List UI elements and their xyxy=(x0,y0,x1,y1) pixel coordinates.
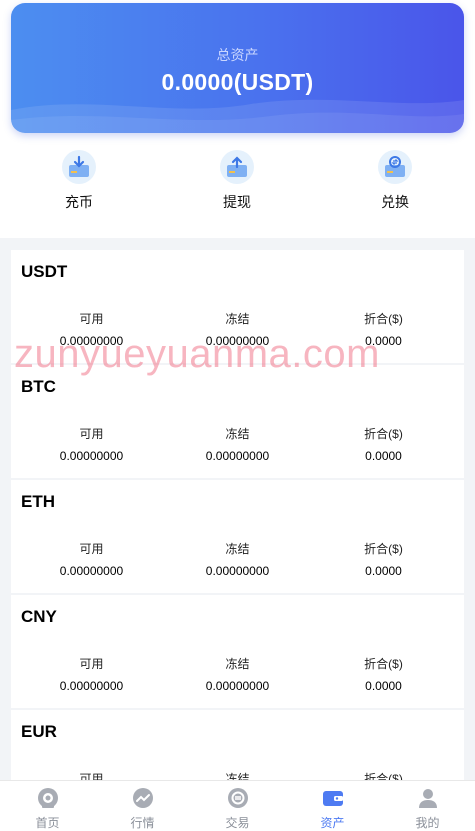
withdraw-label: 提现 xyxy=(223,194,251,210)
tab-label: 首页 xyxy=(35,816,60,830)
deposit-icon xyxy=(62,150,96,184)
withdraw-button[interactable]: 提现 xyxy=(197,150,277,212)
quick-actions: 充币 提现 兑换 xyxy=(0,150,475,220)
tab-assets[interactable]: 资产 xyxy=(285,781,380,831)
converted-header: 折合($) xyxy=(364,542,403,556)
tab-label: 资产 xyxy=(320,816,345,830)
available-header: 可用 xyxy=(79,772,104,780)
frozen-value: 0.00000000 xyxy=(205,449,270,463)
exchange-label: 兑换 xyxy=(381,194,409,210)
converted-value: 0.0000 xyxy=(365,334,402,348)
exchange-icon xyxy=(378,150,412,184)
asset-card-cny[interactable]: CNY 可用 0.00000000 冻结 0.00000000 折合($) 0.000… xyxy=(11,595,464,708)
bottom-tab-bar: 首页 行情 交易 资产 我的 xyxy=(0,780,475,831)
asset-card-btc[interactable]: BTC 可用 0.00000000 冻结 0.00000000 折合($) 0.000… xyxy=(11,365,464,478)
profile-icon xyxy=(419,789,437,808)
tab-label: 我的 xyxy=(415,816,440,830)
wallet-icon xyxy=(323,791,343,806)
frozen-header: 冻结 xyxy=(225,657,250,671)
converted-header: 折合($) xyxy=(364,427,403,441)
asset-card-eth[interactable]: ETH 可用 0.00000000 冻结 0.00000000 折合($) 0.000… xyxy=(11,480,464,593)
tab-home[interactable]: 首页 xyxy=(0,781,95,831)
available-value: 0.00000000 xyxy=(59,334,124,348)
asset-name: ETH xyxy=(21,492,55,511)
available-header: 可用 xyxy=(79,427,104,441)
available-value: 0.00000000 xyxy=(59,564,124,578)
home-icon xyxy=(38,788,58,808)
tab-trade[interactable]: 交易 xyxy=(190,781,285,831)
available-header: 可用 xyxy=(79,312,104,326)
asset-name: EUR xyxy=(21,722,57,741)
tab-profile[interactable]: 我的 xyxy=(380,781,475,831)
market-icon xyxy=(133,788,153,808)
section-divider xyxy=(0,238,475,250)
withdraw-icon xyxy=(220,150,254,184)
asset-name: USDT xyxy=(21,262,68,281)
deposit-label: 充币 xyxy=(65,194,93,210)
asset-name: CNY xyxy=(21,607,57,626)
available-value: 0.00000000 xyxy=(59,679,124,693)
converted-header: 折合($) xyxy=(364,657,403,671)
available-header: 可用 xyxy=(79,657,104,671)
frozen-value: 0.00000000 xyxy=(205,334,270,348)
converted-value: 0.0000 xyxy=(365,449,402,463)
frozen-value: 0.00000000 xyxy=(205,679,270,693)
exchange-button[interactable]: 兑换 xyxy=(355,150,435,212)
tab-label: 行情 xyxy=(130,816,155,830)
total-assets-value: 0.0000(USDT) xyxy=(161,69,314,95)
frozen-value: 0.00000000 xyxy=(205,564,270,578)
frozen-header: 冻结 xyxy=(225,772,250,780)
frozen-header: 冻结 xyxy=(225,542,250,556)
frozen-header: 冻结 xyxy=(225,312,250,326)
tab-market[interactable]: 行情 xyxy=(95,781,190,831)
converted-value: 0.0000 xyxy=(365,564,402,578)
asset-name: BTC xyxy=(21,377,56,396)
frozen-header: 冻结 xyxy=(225,427,250,441)
deposit-button[interactable]: 充币 xyxy=(39,150,119,212)
trade-icon xyxy=(228,788,248,808)
asset-card-usdt[interactable]: USDT 可用 0.00000000 冻结 0.00000000 折合($) 0.00… xyxy=(11,250,464,363)
asset-list[interactable]: USDT 可用 0.00000000 冻结 0.00000000 折合($) 0.00… xyxy=(0,250,475,780)
converted-header: 折合($) xyxy=(364,312,403,326)
tab-label: 交易 xyxy=(225,816,250,830)
converted-value: 0.0000 xyxy=(365,679,402,693)
available-value: 0.00000000 xyxy=(59,449,124,463)
total-assets-card: 总资产 0.0000(USDT) xyxy=(11,3,464,133)
total-assets-label: 总资产 xyxy=(216,47,259,63)
asset-card-eur[interactable]: EUR 可用 冻结 折合($) xyxy=(11,710,464,780)
available-header: 可用 xyxy=(79,542,104,556)
converted-header: 折合($) xyxy=(364,772,403,780)
